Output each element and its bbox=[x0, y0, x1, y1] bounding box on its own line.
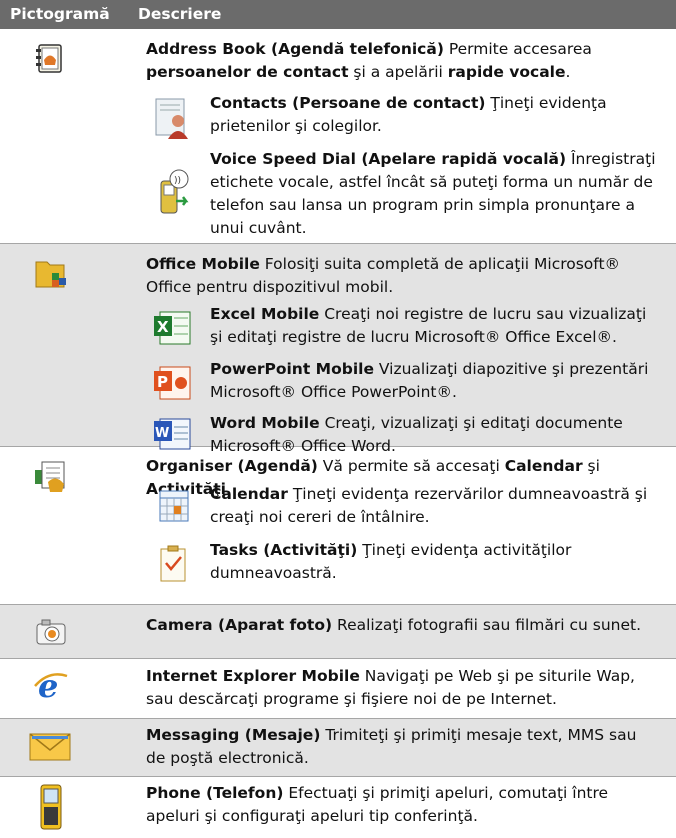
svg-text:P: P bbox=[157, 373, 168, 391]
address-book-icon[interactable] bbox=[32, 40, 70, 78]
voice-speed-dial-icon[interactable]: )) bbox=[148, 167, 200, 219]
svg-text:e: e bbox=[38, 667, 58, 704]
header-icon-column: Pictogramă bbox=[10, 5, 110, 23]
contacts-icon[interactable] bbox=[148, 93, 200, 145]
header-description-column: Descriere bbox=[138, 5, 222, 23]
table-header: Pictogramă Descriere bbox=[0, 0, 676, 29]
svg-text:)): )) bbox=[174, 176, 181, 186]
messaging-text: Messaging (Mesaje) Trimiteţi şi primiţi … bbox=[146, 726, 637, 767]
row-messaging: Messaging (Mesaje) Trimiteţi şi primiţi … bbox=[0, 719, 676, 777]
camera-icon[interactable] bbox=[32, 613, 70, 651]
tasks-icon[interactable] bbox=[148, 539, 200, 591]
excel-mobile-text: Excel Mobile Creaţi noi registre de lucr… bbox=[210, 305, 647, 346]
row-internet-explorer: e Internet Explorer Mobile Navigaţi pe W… bbox=[0, 659, 676, 719]
internet-explorer-text: Internet Explorer Mobile Navigaţi pe Web… bbox=[146, 667, 635, 708]
address-book-text: Address Book (Agendă telefonică) Permite… bbox=[146, 40, 592, 81]
contacts-text: Contacts (Persoane de contact) Ţineţi ev… bbox=[210, 94, 607, 135]
calendar-icon[interactable] bbox=[148, 483, 200, 535]
calendar-text: Calendar Ţineţi evidenţa rezervărilor du… bbox=[210, 485, 648, 526]
voice-speed-dial-text: Voice Speed Dial (Apelare rapidă vocală)… bbox=[210, 150, 656, 237]
internet-explorer-icon[interactable]: e bbox=[32, 666, 70, 705]
row-organiser: Organiser (Agendă) Vă permite să accesaţ… bbox=[0, 447, 676, 605]
svg-text:W: W bbox=[155, 426, 169, 441]
tasks-text: Tasks (Activităţi) Ţineţi evidenţa activ… bbox=[210, 541, 572, 582]
svg-text:X: X bbox=[157, 318, 169, 336]
phone-text: Phone (Telefon) Efectuaţi şi primiţi ape… bbox=[146, 784, 609, 825]
excel-mobile-icon[interactable]: X bbox=[148, 304, 200, 356]
row-phone: Phone (Telefon) Efectuaţi şi primiţi ape… bbox=[0, 777, 676, 837]
row-camera: Camera (Aparat foto) Realizaţi fotografi… bbox=[0, 605, 676, 659]
messaging-icon[interactable] bbox=[26, 727, 76, 765]
powerpoint-mobile-icon[interactable]: P bbox=[148, 359, 200, 411]
phone-icon[interactable] bbox=[32, 783, 70, 831]
office-mobile-icon[interactable] bbox=[32, 254, 70, 292]
camera-text: Camera (Aparat foto) Realizaţi fotografi… bbox=[146, 616, 642, 634]
organiser-icon[interactable] bbox=[32, 456, 70, 494]
row-address-book: Address Book (Agendă telefonică) Permite… bbox=[0, 29, 676, 244]
powerpoint-mobile-text: PowerPoint Mobile Vizualizaţi diapozitiv… bbox=[210, 360, 649, 401]
row-office-mobile: Office Mobile Folosiţi suita completă de… bbox=[0, 244, 676, 455]
office-mobile-text: Office Mobile Folosiţi suita completă de… bbox=[146, 255, 621, 296]
